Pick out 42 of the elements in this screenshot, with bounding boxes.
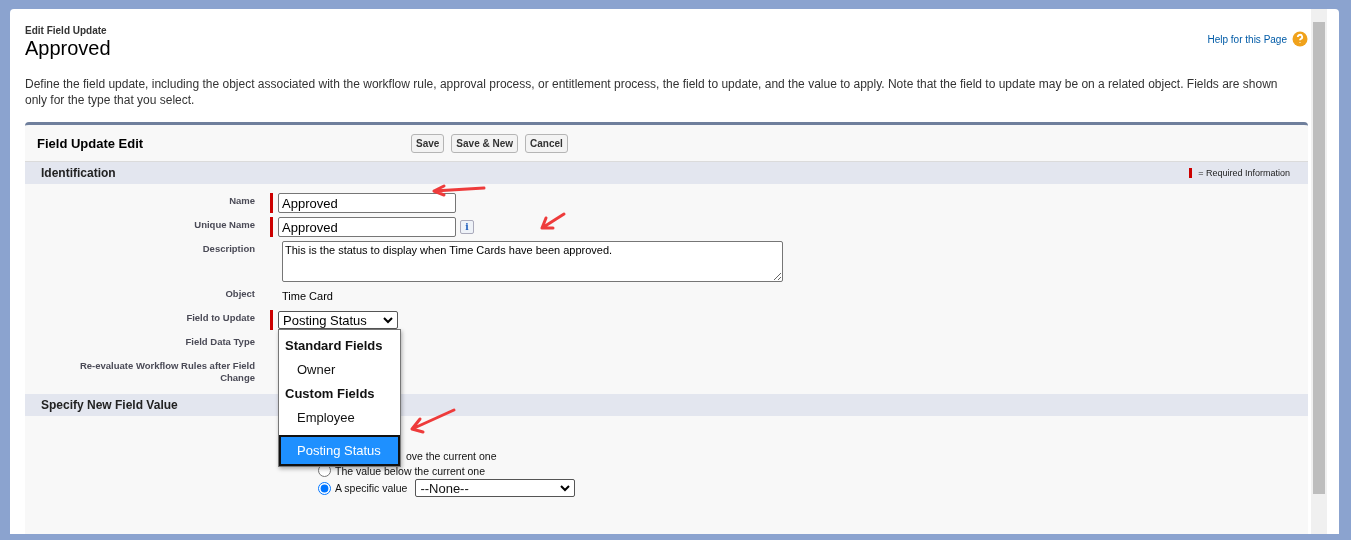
form-button[interactable]: Cancel	[525, 133, 568, 153]
section-title: Specify New Field Value	[41, 398, 178, 412]
radio-button[interactable]	[318, 464, 331, 477]
help-link[interactable]: Help for this Page	[1207, 31, 1308, 47]
field-label: Unique Name	[193, 218, 255, 231]
field-label: Re-evaluate Workflow Rules after Field Change	[78, 359, 255, 384]
field-label: Name	[228, 194, 255, 207]
value-select[interactable]: --None--	[415, 479, 576, 497]
section-title: Identification	[41, 166, 116, 180]
description-field[interactable]: This is the status to display when Time Cards have been approved.	[282, 241, 783, 282]
field-value: Time Card	[281, 290, 333, 302]
text-field[interactable]: Approved	[278, 193, 456, 213]
annotation-arrow	[538, 210, 568, 232]
option-group-label: Standard Fields	[284, 337, 384, 355]
radio-label: ove the current one	[406, 450, 497, 462]
intro-text: Define the field update, including the object associated with the workflow rule, approval process, or entitlement process, the field to update, and the value to apply. Note that the field to update may be on a related object. Fields are shown only for the type that you select.	[25, 76, 1279, 108]
radio-label: The value below the current one	[335, 464, 485, 477]
form-button[interactable]: Save	[411, 133, 445, 153]
help-icon	[1292, 31, 1308, 47]
dropdown-option[interactable]: Owner	[279, 357, 400, 382]
info-icon[interactable]: i	[460, 220, 474, 234]
annotation-arrow	[430, 183, 488, 197]
chevron-down-icon	[383, 316, 393, 324]
field-label: Description	[201, 242, 255, 255]
radio-button[interactable]	[318, 481, 331, 495]
radio-label: A specific value	[335, 482, 408, 494]
scrollbar-thumb[interactable]	[1313, 22, 1325, 494]
required-marker	[1189, 168, 1193, 178]
option-group-label: Custom Fields	[284, 385, 376, 403]
field-label: Field Data Type	[184, 335, 255, 348]
page-subtitle: Edit Field Update	[25, 25, 108, 36]
chevron-down-icon	[560, 484, 571, 492]
form-button[interactable]: Save & New	[451, 133, 519, 153]
panel-title: Field Update Edit	[37, 135, 145, 151]
page-title: Approved	[25, 37, 111, 60]
field-label: Field to Update	[185, 311, 255, 324]
field-label: Object	[224, 287, 255, 300]
dropdown-option[interactable]: Employee	[279, 405, 400, 430]
annotation-arrow	[408, 406, 458, 434]
required-legend: = Required Information	[1198, 168, 1290, 178]
text-field[interactable]: Approved	[278, 217, 456, 237]
field-select[interactable]: Posting Status	[278, 311, 398, 329]
